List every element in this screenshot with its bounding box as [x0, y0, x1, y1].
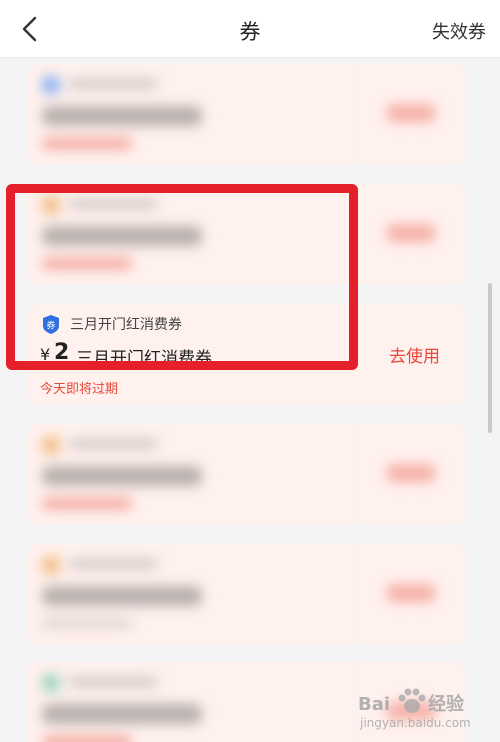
card-divider	[355, 64, 358, 164]
blurred-content	[28, 424, 466, 524]
blurred-content	[28, 544, 466, 644]
blurred-coupon-card[interactable]	[28, 424, 466, 524]
blurred-content	[28, 64, 466, 164]
card-divider	[355, 544, 358, 644]
top-navigation-bar: 券 失效券	[0, 0, 500, 58]
blurred-coupon-card[interactable]	[28, 64, 466, 164]
coupon-expiry: 今天即将过期	[40, 382, 119, 397]
coupon-list[interactable]: 券 三月开门红消费券 ¥ 2 三月开门红消费券 今天即将过期 去使用	[0, 58, 500, 742]
card-divider	[355, 424, 358, 524]
watermark-url: jingyan.baidu.com	[360, 716, 471, 730]
blurred-coupon-card[interactable]	[28, 544, 466, 644]
paw-icon	[394, 686, 430, 716]
annotation-highlight-box	[6, 184, 358, 370]
use-coupon-button[interactable]: 去使用	[389, 342, 440, 367]
baidu-jingyan-watermark: Bai 经验 jingyan.baidu.com	[358, 686, 488, 734]
scrollbar[interactable]	[488, 283, 492, 433]
expired-coupons-link[interactable]: 失效券	[432, 18, 486, 44]
page-title: 券	[239, 20, 261, 44]
